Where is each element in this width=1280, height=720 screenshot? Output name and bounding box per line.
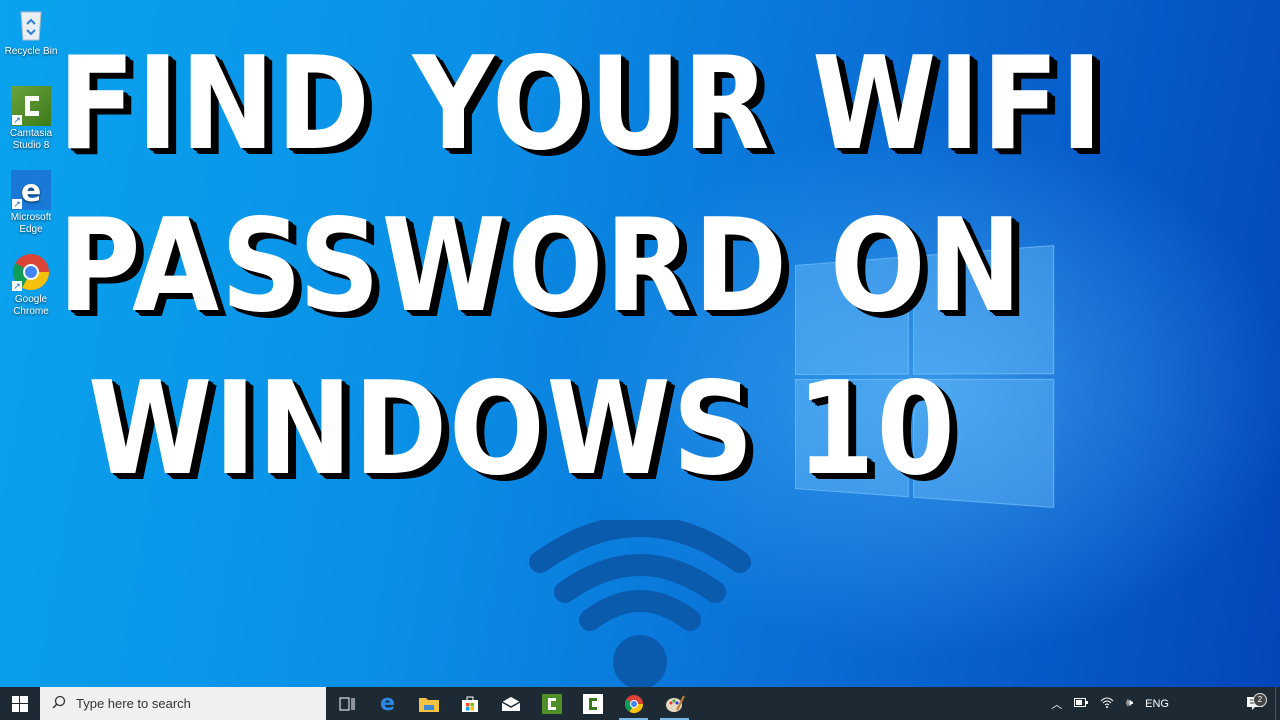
show-desktop-button[interactable]: [1275, 687, 1280, 720]
recycle-bin-icon: [11, 4, 51, 44]
wifi-network-icon[interactable]: [1100, 696, 1114, 711]
desktop-icon-label: Google Chrome: [13, 294, 49, 317]
taskbar-mail[interactable]: [490, 687, 531, 720]
edge-icon: e: [380, 691, 395, 716]
camtasia-recorder-icon: [582, 693, 603, 714]
wifi-icon: [529, 520, 751, 689]
task-view-icon: [339, 697, 354, 710]
edge-icon: e ↗: [11, 170, 51, 210]
svg-text:e: e: [21, 174, 41, 209]
taskbar-task-view[interactable]: [326, 687, 367, 720]
desktop-icon-chrome[interactable]: ↗ Google Chrome: [2, 252, 60, 318]
search-placeholder: Type here to search: [76, 696, 191, 711]
taskbar-file-explorer[interactable]: [408, 687, 449, 720]
desktop-icon-label: Recycle Bin: [4, 46, 58, 57]
taskbar-search-input[interactable]: Type here to search: [40, 687, 326, 720]
desktop-icon-label: Camtasia Studio 8: [9, 128, 53, 151]
windows-start-icon: [12, 695, 28, 712]
search-icon: [52, 695, 66, 712]
desktop-icon-label: Microsoft Edge: [10, 212, 52, 235]
title-line-1: FIND YOUR WIFI: [58, 30, 1105, 179]
taskbar-edge[interactable]: e: [367, 687, 408, 720]
mail-icon: [501, 696, 520, 711]
chrome-icon: ↗: [11, 252, 51, 292]
title-line-2: PASSWORD ON: [58, 192, 1024, 341]
volume-icon[interactable]: 🕪: [1126, 697, 1133, 710]
folder-icon: [418, 697, 439, 712]
taskbar: Type here to search e ︿ 🕪 ENG 2: [0, 687, 1280, 720]
battery-icon[interactable]: [1074, 697, 1089, 710]
taskbar-chrome[interactable]: [613, 687, 654, 720]
action-center-button[interactable]: 2: [1235, 692, 1275, 711]
taskbar-paint[interactable]: [654, 687, 695, 720]
language-indicator[interactable]: ENG: [1145, 698, 1169, 710]
taskbar-camtasia-recorder[interactable]: [572, 687, 613, 720]
paint-icon: [665, 695, 685, 712]
system-tray: ︿ 🕪 ENG 2: [1045, 687, 1280, 720]
title-line-3: WINDOWS 10: [88, 355, 957, 504]
shortcut-arrow-icon: ↗: [12, 115, 22, 125]
desktop-icon-camtasia[interactable]: ↗ Camtasia Studio 8: [2, 86, 60, 152]
shortcut-arrow-icon: ↗: [12, 281, 22, 291]
shortcut-arrow-icon: ↗: [12, 199, 22, 209]
store-icon: [461, 696, 478, 712]
desktop-icon-edge[interactable]: e ↗ Microsoft Edge: [2, 170, 60, 236]
chrome-icon: [624, 694, 643, 713]
taskbar-store[interactable]: [449, 687, 490, 720]
desktop-icon-recycle-bin[interactable]: Recycle Bin: [2, 4, 60, 58]
camtasia-icon: [541, 693, 562, 714]
taskbar-camtasia-studio[interactable]: [531, 687, 572, 720]
notification-count-badge: 2: [1253, 692, 1267, 707]
show-hidden-icons-chevron-icon[interactable]: ︿: [1051, 696, 1062, 712]
camtasia-icon: ↗: [11, 86, 51, 126]
start-button[interactable]: [0, 687, 40, 720]
